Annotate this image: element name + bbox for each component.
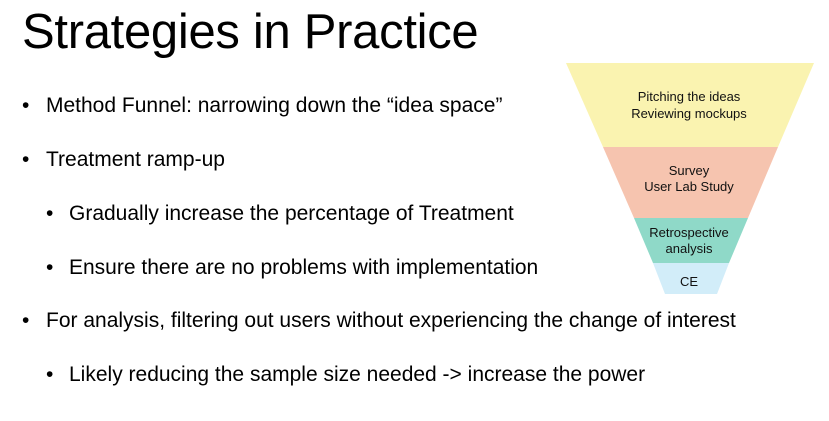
bullet-glyph: • — [46, 202, 54, 225]
sub-bullet-item-sample-size: • Likely reducing the sample size needed… — [46, 362, 645, 388]
funnel-tier-retrospective: Retrospective analysis — [634, 218, 748, 263]
bullet-item-for-analysis: • For analysis, filtering out users with… — [22, 308, 736, 334]
bullet-text: Likely reducing the sample size needed -… — [69, 363, 646, 386]
funnel-tier-ideas-shape — [566, 63, 814, 147]
bullet-text: Gradually increase the percentage of Tre… — [69, 202, 514, 225]
bullet-text: Method Funnel: narrowing down the “idea … — [46, 94, 503, 117]
bullet-glyph: • — [22, 94, 30, 117]
bullet-item-method-funnel: • Method Funnel: narrowing down the “ide… — [22, 93, 502, 119]
funnel-tier-ideas: Pitching the ideas Reviewing mockups — [566, 63, 814, 147]
bullet-glyph: • — [22, 309, 30, 332]
sub-bullet-item-gradually-increase: • Gradually increase the percentage of T… — [46, 201, 514, 227]
bullet-text: For analysis, filtering out users withou… — [46, 309, 736, 332]
funnel-tier-ce: CE — [653, 263, 729, 294]
bullet-glyph: • — [22, 148, 30, 171]
bullet-glyph: • — [46, 363, 54, 386]
sub-bullet-item-ensure-no-problems: • Ensure there are no problems with impl… — [46, 255, 538, 281]
bullet-item-treatment-ramp-up: • Treatment ramp-up — [22, 147, 225, 173]
bullet-text: Treatment ramp-up — [46, 148, 225, 171]
bullet-glyph: • — [46, 256, 54, 279]
funnel-tier-retrospective-shape — [634, 218, 748, 263]
bullet-text: Ensure there are no problems with implem… — [69, 256, 539, 279]
funnel-tier-ce-shape — [653, 263, 729, 294]
